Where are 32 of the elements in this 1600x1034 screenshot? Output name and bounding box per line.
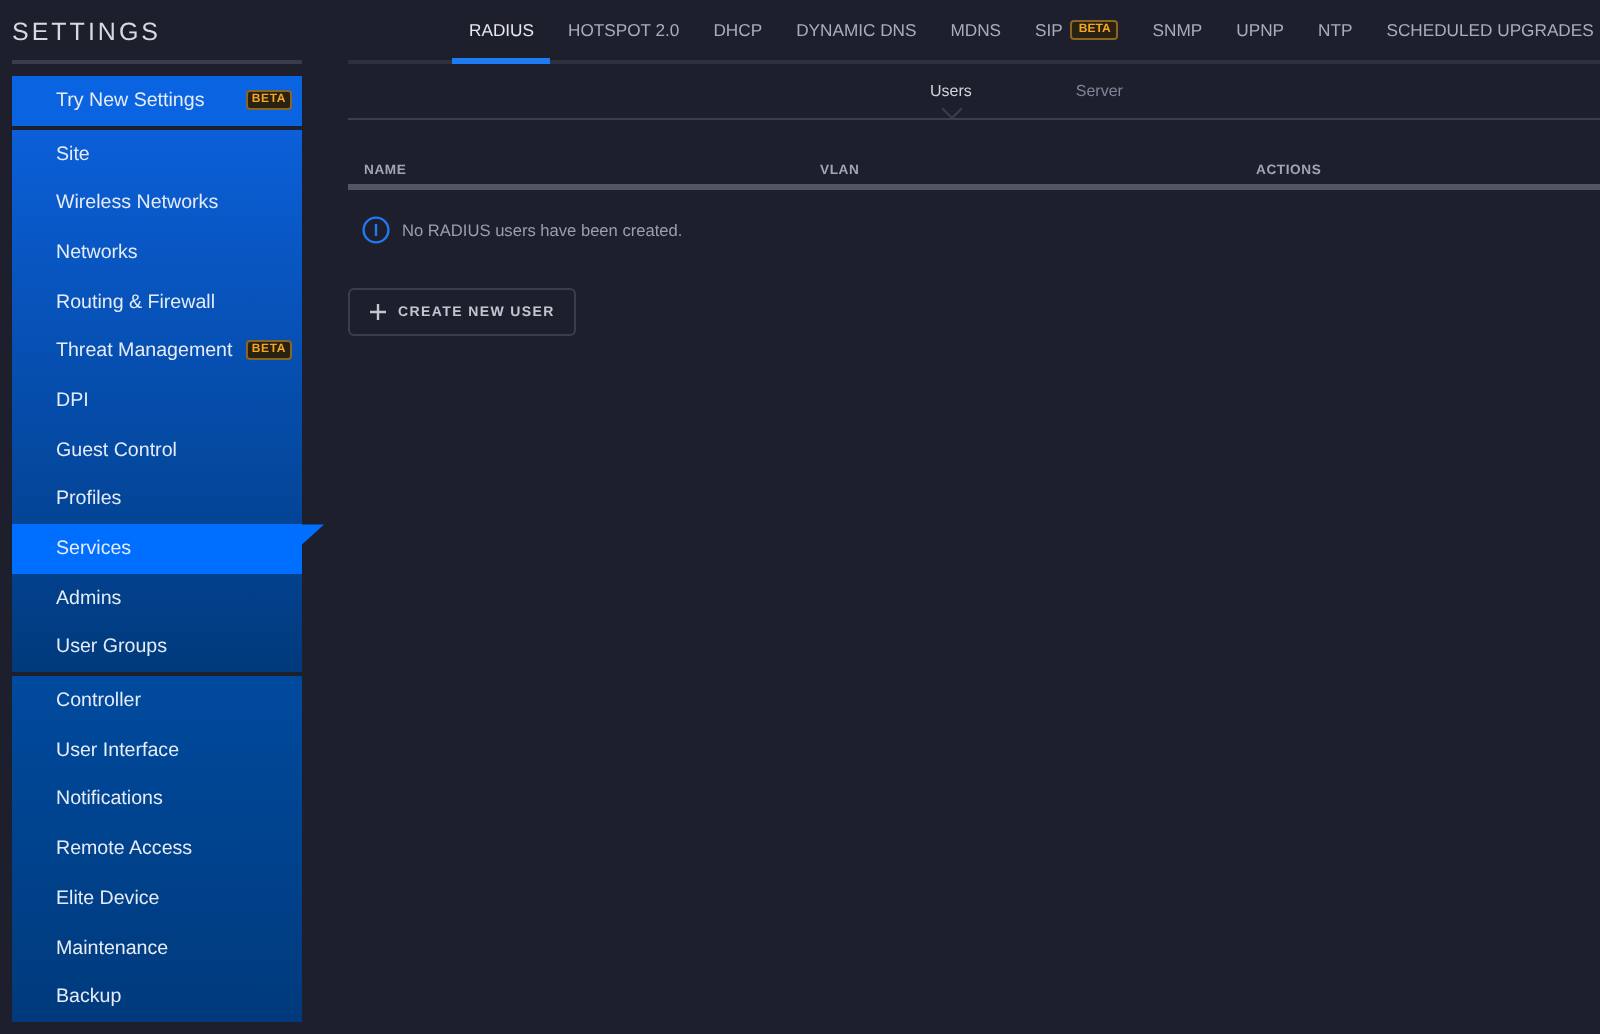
settings-title: SETTINGS xyxy=(12,0,302,64)
sidebar-item[interactable]: Backup xyxy=(12,972,302,1023)
sub-tab[interactable]: Server xyxy=(1075,82,1123,100)
tab[interactable]: SNMP xyxy=(1135,0,1220,64)
sidebar-item[interactable]: Guest Control xyxy=(12,425,302,475)
tab[interactable]: MDNS xyxy=(933,0,1019,64)
sidebar-item[interactable]: Services xyxy=(12,524,302,574)
sidebar-item[interactable]: Admins xyxy=(12,573,302,624)
tab[interactable]: DYNAMIC DNS xyxy=(779,0,934,64)
tab[interactable]: SCHEDULED UPGRADES xyxy=(1369,0,1600,64)
empty-message: No RADIUS users have been created. xyxy=(402,220,683,240)
sidebar-item[interactable]: Profiles xyxy=(12,475,302,525)
sidebar-item[interactable]: Maintenance xyxy=(12,923,302,973)
sidebar-item[interactable]: Notifications xyxy=(12,775,302,825)
plus-icon xyxy=(370,304,386,320)
sidebar-item[interactable]: Controller xyxy=(12,676,302,726)
sidebar-item[interactable]: Networks xyxy=(12,228,302,278)
sidebar-item[interactable]: Site xyxy=(12,129,302,179)
tab[interactable]: DHCP xyxy=(696,0,780,64)
sidebar-item[interactable]: DPI xyxy=(12,376,302,426)
sidebar-item[interactable]: Routing & Firewall xyxy=(12,277,302,327)
info-icon xyxy=(362,216,390,244)
sidebar-item[interactable]: Wireless Networks xyxy=(12,178,302,229)
sidebar-item[interactable]: Remote Access xyxy=(12,824,302,874)
tab[interactable]: HOTSPOT 2.0 xyxy=(550,0,697,64)
sub-tab[interactable]: Users xyxy=(930,82,972,100)
tab[interactable]: RADIUS xyxy=(452,0,551,64)
tab[interactable]: NTP xyxy=(1301,0,1370,64)
sidebar-item[interactable]: Elite Device xyxy=(12,874,302,924)
tab[interactable]: UPNP xyxy=(1219,0,1302,64)
sidebar-item[interactable]: User Interface xyxy=(12,725,302,776)
sidebar-item[interactable]: User Groups xyxy=(12,623,302,673)
